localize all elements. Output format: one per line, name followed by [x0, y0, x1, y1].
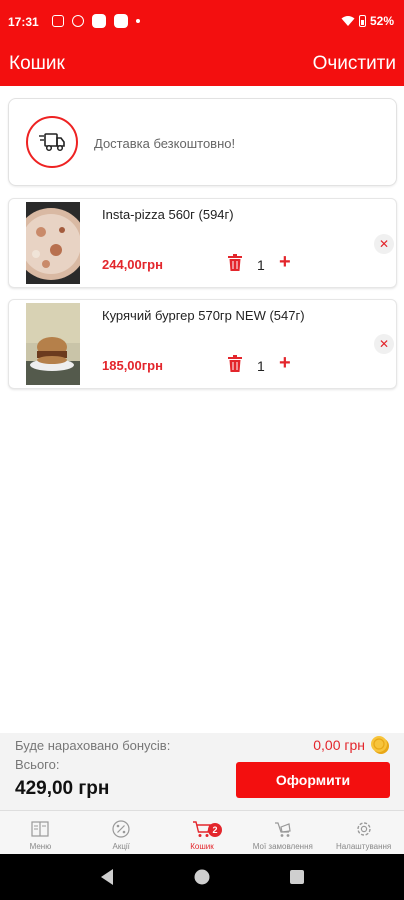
product-name: Insta-pizza 560г (594г) — [102, 207, 234, 222]
product-name: Курячий бургер 570гр NEW (547г) — [102, 308, 305, 323]
gear-icon — [356, 822, 371, 836]
quantity-value: 1 — [257, 358, 265, 374]
status-bar: 17:31 52% — [0, 0, 404, 44]
notification-camera-icon — [72, 15, 84, 27]
bottom-nav: Меню Акції 2 Кошик Мої замовлення Налашт… — [0, 810, 404, 854]
order-summary: Буде нараховано бонусів: 0,00 грн Всього… — [0, 733, 404, 810]
remove-item-button[interactable]: ✕ — [374, 334, 394, 354]
notification-square-icon — [114, 14, 128, 28]
increase-quantity-button[interactable]: + — [279, 352, 291, 375]
notification-icons — [52, 14, 140, 28]
remove-item-button[interactable]: ✕ — [374, 234, 394, 254]
cart-count-badge: 2 — [207, 823, 222, 837]
more-notifications-dot-icon — [136, 19, 140, 23]
cart-item: Курячий бургер 570гр NEW (547г) 185,00гр… — [8, 299, 397, 389]
trash-icon[interactable] — [227, 254, 243, 272]
nav-label: Кошик — [190, 842, 214, 851]
page-title: Кошик — [9, 53, 65, 74]
orders-icon — [274, 822, 291, 837]
delivery-truck-icon — [26, 116, 78, 168]
trash-icon[interactable] — [227, 355, 243, 373]
product-price: 185,00грн — [102, 358, 163, 373]
status-right: 52% — [341, 14, 394, 28]
product-image[interactable] — [26, 303, 80, 385]
menu-book-icon — [31, 821, 49, 837]
delivery-text: Доставка безкоштовно! — [94, 136, 236, 151]
percent-icon — [112, 820, 130, 838]
nav-item-promotions[interactable]: Акції — [81, 811, 162, 854]
notification-app-icon — [52, 15, 64, 27]
system-nav-bar — [0, 854, 404, 900]
clear-cart-button[interactable]: Очистити — [313, 53, 396, 75]
total-value: 429,00 грн — [15, 778, 110, 799]
cart-item: Insta-pizza 560г (594г) 244,00грн 1 + ✕ — [8, 198, 397, 288]
battery-icon — [358, 15, 366, 27]
notification-square-icon — [92, 14, 106, 28]
back-icon[interactable] — [99, 868, 115, 886]
delivery-card: Доставка безкоштовно! — [8, 98, 397, 186]
recents-icon[interactable] — [289, 869, 305, 885]
home-icon[interactable] — [193, 868, 211, 886]
product-image[interactable] — [26, 202, 80, 284]
wifi-icon — [341, 16, 355, 26]
bonus-value: 0,00 грн — [313, 737, 365, 753]
nav-label: Меню — [29, 842, 52, 851]
bonus-label: Буде нараховано бонусів: — [15, 738, 171, 753]
nav-label: Акції — [112, 842, 130, 851]
product-price: 244,00грн — [102, 257, 163, 272]
total-label: Всього: — [15, 757, 60, 772]
battery-level: 52% — [369, 14, 394, 28]
nav-item-settings[interactable]: Налаштування — [323, 811, 404, 854]
nav-item-menu[interactable]: Меню — [0, 811, 81, 854]
status-time: 17:31 — [8, 15, 39, 29]
nav-item-cart[interactable]: 2 Кошик — [162, 811, 243, 854]
quantity-value: 1 — [257, 257, 265, 273]
nav-label: Мої замовлення — [252, 842, 313, 851]
nav-label: Налаштування — [335, 842, 392, 851]
checkout-button[interactable]: Оформити — [236, 762, 390, 798]
nav-item-my-orders[interactable]: Мої замовлення — [242, 811, 323, 854]
coin-icon — [371, 736, 389, 754]
app-bar: Кошик Очистити — [0, 44, 404, 86]
increase-quantity-button[interactable]: + — [279, 251, 291, 274]
